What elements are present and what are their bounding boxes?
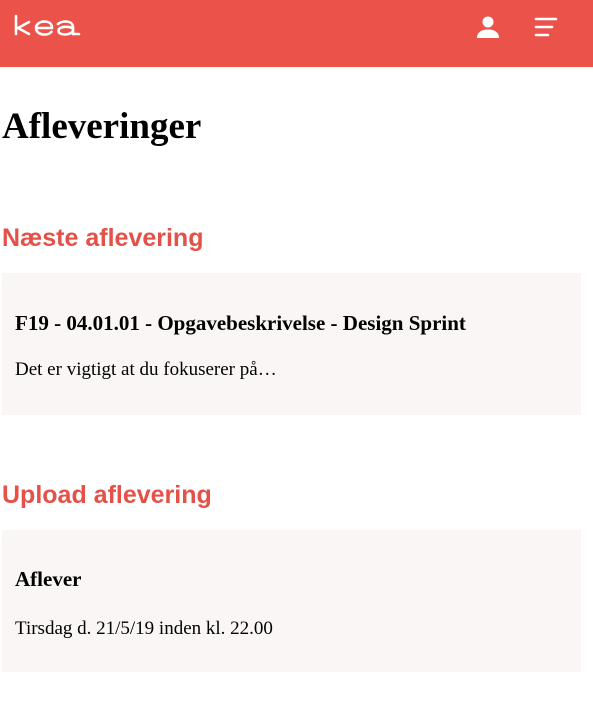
user-icon: [477, 16, 499, 38]
upload-heading: Upload aflevering: [2, 481, 212, 509]
upload-card[interactable]: Aflever Tirsdag d. 21/5/19 inden kl. 22.…: [2, 530, 581, 672]
assignment-title[interactable]: F19 - 04.01.01 - Opgavebeskrivelse - Des…: [15, 310, 466, 336]
kea-logo-icon: [14, 14, 81, 36]
submit-title[interactable]: Aflever: [15, 566, 81, 592]
top-bar: [0, 0, 593, 67]
kea-logo[interactable]: [14, 14, 86, 36]
next-assignment-heading: Næste aflevering: [2, 224, 204, 252]
page-title: Afleveringer: [2, 106, 202, 147]
deadline-text: Tirsdag d. 21/5/19 inden kl. 22.00: [15, 618, 273, 639]
assignment-description: Det er vigtigt at du fokuserer på…: [15, 359, 277, 380]
next-assignment-card[interactable]: F19 - 04.01.01 - Opgavebeskrivelse - Des…: [2, 273, 581, 415]
user-button[interactable]: [474, 13, 502, 41]
menu-button[interactable]: [532, 14, 560, 40]
menu-icon: [534, 17, 558, 37]
